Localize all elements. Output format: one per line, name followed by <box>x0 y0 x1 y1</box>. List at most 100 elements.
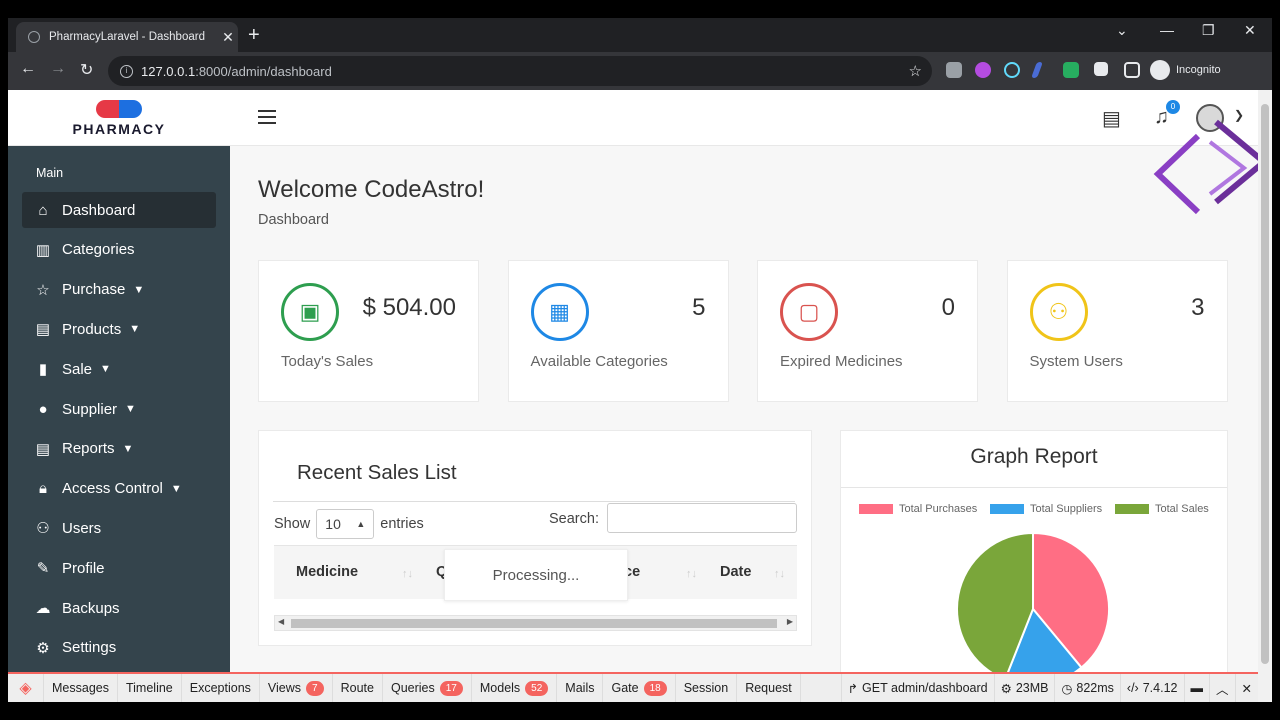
pen-extension-icon[interactable] <box>1031 62 1043 78</box>
reload-icon[interactable]: ↻ <box>80 60 93 80</box>
browser-window: PharmacyLaravel - Dashboard ✕ + ⌄ — ❐ ✕ … <box>8 18 1272 702</box>
bar-chart-icon: ▮ <box>38 361 48 379</box>
debugbar-tab-request[interactable]: Request <box>737 674 801 702</box>
sidebar-item-users[interactable]: ⚇ Users <box>22 510 216 546</box>
legend-item[interactable]: Total Suppliers <box>990 503 1102 515</box>
forward-icon[interactable]: → <box>50 60 66 78</box>
address-bar[interactable]: i 127.0.0.1 :8000/admin/dashboard ☆ <box>108 56 932 86</box>
memory-icon: ⚙ <box>1000 681 1012 696</box>
sidebar-item-dashboard[interactable]: ⌂ Dashboard <box>22 192 216 228</box>
incognito-profile[interactable]: Incognito <box>1150 60 1221 80</box>
stat-card: ▣ $ 504.00 Today's Sales <box>258 260 479 402</box>
puzzle-extensions-icon[interactable] <box>1094 62 1108 76</box>
page-scrollbar-thumb[interactable] <box>1261 104 1269 664</box>
page-length-select[interactable]: 10 ▲ <box>316 509 375 539</box>
column-header-medicine[interactable]: Medicine <box>296 564 358 580</box>
color-extension-icon[interactable] <box>975 62 991 78</box>
stat-icon-circle: ⚇ <box>1029 283 1088 341</box>
user-edit-icon: ✎ <box>36 560 50 578</box>
chevron-down-icon[interactable]: ❯ <box>1234 108 1244 122</box>
scroll-left-icon[interactable]: ◀ <box>278 617 284 626</box>
site-info-icon[interactable]: i <box>120 64 133 78</box>
sidebar-item-sale[interactable]: ▮ Sale ▼ <box>22 351 216 387</box>
sidebar-item-purchase[interactable]: ☆ Purchase ▼ <box>22 272 216 308</box>
page-scrollbar[interactable] <box>1258 90 1272 702</box>
maximize-chevron-icon[interactable]: ︿ <box>1209 674 1235 702</box>
browser-tab[interactable]: PharmacyLaravel - Dashboard ✕ <box>16 22 238 52</box>
capsule-logo-icon <box>96 99 142 118</box>
scroll-right-icon[interactable]: ▶ <box>787 617 793 626</box>
scrollbar-thumb[interactable] <box>291 619 777 628</box>
new-tab-button[interactable]: + <box>248 24 260 47</box>
stat-value: $ 504.00 <box>362 294 456 321</box>
person-icon: ● <box>38 400 48 418</box>
bookmark-star-icon[interactable]: ☆ <box>909 62 922 80</box>
sidebar-item-settings[interactable]: ⚙ Settings <box>22 630 216 666</box>
sort-icon[interactable]: ↑↓ <box>686 568 697 580</box>
side-panel-icon[interactable] <box>1124 62 1140 78</box>
debugbar-count-badge: 52 <box>525 680 549 696</box>
sidebar-item-label: Sale <box>62 360 93 378</box>
select-arrows-icon: ▲ <box>356 519 366 529</box>
sidebar-item-products[interactable]: ▤ Products ▼ <box>22 311 216 347</box>
sidebar: Main ⌂ Dashboard ▥ Categories ☆ Purchase ▼ ▤ Pro… <box>8 146 230 702</box>
menu-toggle-icon[interactable] <box>258 110 276 128</box>
minimize-icon[interactable]: — <box>1160 22 1174 38</box>
logo-text: PHARMACY <box>72 120 166 137</box>
legend-swatch <box>990 504 1024 514</box>
cash-register-icon[interactable]: ▤ <box>1102 106 1121 131</box>
debugbar-tab-session[interactable]: Session <box>676 674 738 702</box>
sidebar-item-label: Settings <box>62 639 117 657</box>
web-page: PHARMACY ▤ ♫ 0 ❯ Main ⌂ Dashboard ▥ Categor… <box>8 90 1258 702</box>
vue-extension-icon[interactable] <box>1063 62 1079 78</box>
window-close-icon[interactable]: ✕ <box>1244 22 1256 39</box>
debugbar-tab-views[interactable]: Views 7 <box>260 674 333 702</box>
sidebar-item-categories[interactable]: ▥ Categories <box>22 232 216 268</box>
tab-title: PharmacyLaravel - Dashboard <box>49 31 205 43</box>
sidebar-item-backups[interactable]: ☁ Backups <box>22 590 216 626</box>
sidebar-item-label: Reports <box>62 440 115 458</box>
request-info[interactable]: ↱ GET admin/dashboard <box>840 674 994 702</box>
legend-swatch <box>1115 504 1149 514</box>
debugbar-tab-messages[interactable]: Messages <box>44 674 118 702</box>
laravel-logo-icon[interactable]: ◈ <box>8 674 44 702</box>
legend-item[interactable]: Total Purchases <box>859 503 977 515</box>
legend-item[interactable]: Total Sales <box>1115 503 1209 515</box>
sidebar-item-access-control[interactable]: 🔒︎ Access Control ▼ <box>22 471 216 507</box>
recent-sales-title: Recent Sales List <box>297 461 457 484</box>
debugbar-tab-models[interactable]: Models 52 <box>472 674 558 702</box>
debugbar-tab-gate[interactable]: Gate 18 <box>603 674 676 702</box>
sort-icon[interactable]: ↑↓ <box>402 568 413 580</box>
debugbar-tab-exceptions[interactable]: Exceptions <box>182 674 260 702</box>
back-icon[interactable]: ← <box>20 60 36 78</box>
react-extension-icon[interactable] <box>1004 62 1020 78</box>
sidebar-item-reports[interactable]: ▤ Reports ▼ <box>22 431 216 467</box>
sidebar-item-supplier[interactable]: ● Supplier ▼ <box>22 391 216 427</box>
tab-strip: PharmacyLaravel - Dashboard ✕ + ⌄ — ❐ ✕ <box>8 18 1272 52</box>
incognito-icon <box>1150 60 1170 80</box>
debugbar-tab-label: Mails <box>565 681 595 695</box>
restore-icon[interactable]: ❐ <box>1202 22 1215 39</box>
close-debugbar-icon[interactable]: ✕ <box>1234 674 1258 702</box>
app-logo[interactable]: PHARMACY <box>8 90 230 146</box>
sidebar-item-profile[interactable]: ✎ Profile <box>22 550 216 586</box>
search-input[interactable] <box>607 503 797 533</box>
debugbar-tab-queries[interactable]: Queries 17 <box>383 674 472 702</box>
breadcrumb: Dashboard <box>258 212 329 228</box>
clock-icon: ◷ <box>1061 681 1073 696</box>
tab-close-icon[interactable]: ✕ <box>218 29 238 46</box>
folder-icon[interactable]: ▬ <box>1183 674 1210 702</box>
debugbar-tab-label: Queries <box>390 681 435 695</box>
camera-extension-icon[interactable] <box>946 62 962 78</box>
tab-search-chevron-icon[interactable]: ⌄ <box>1116 22 1128 39</box>
sort-icon[interactable]: ↑↓ <box>774 568 785 580</box>
user-avatar[interactable] <box>1196 104 1224 132</box>
horizontal-scrollbar[interactable]: ◀ ▶ <box>274 615 797 631</box>
column-header-date[interactable]: Date <box>720 564 751 580</box>
debugbar-tab-mails[interactable]: Mails <box>557 674 604 702</box>
debugbar-tab-route[interactable]: Route <box>333 674 383 702</box>
memory-text: 23MB <box>1015 681 1049 695</box>
debugbar-tab-timeline[interactable]: Timeline <box>118 674 182 702</box>
chevron-down-icon: ▼ <box>125 403 136 415</box>
url-host: 127.0.0.1 <box>141 63 196 79</box>
